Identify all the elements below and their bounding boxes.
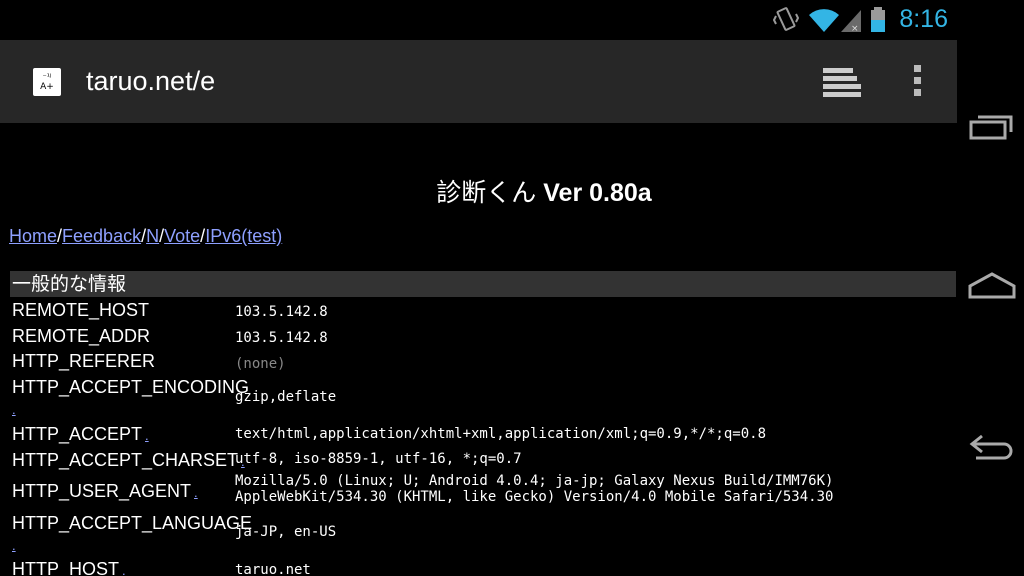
row-key: HTTP_USER_AGENT. xyxy=(12,481,198,501)
row-value: (none) xyxy=(235,356,286,372)
row-value: utf-8, iso-8859-1, utf-16, *;q=0.7 xyxy=(235,451,522,467)
section-header: 一般的な情報 xyxy=(10,271,956,297)
link-ipv6[interactable]: IPv6(test) xyxy=(205,226,282,246)
link-feedback[interactable]: Feedback xyxy=(62,226,141,246)
note-link[interactable]: . xyxy=(12,402,16,417)
row-key: HTTP_REFERER xyxy=(12,351,156,371)
overflow-menu-icon[interactable] xyxy=(913,65,923,101)
site-favicon: ⁻¹ᴶ A+ xyxy=(33,68,61,96)
link-vote[interactable]: Vote xyxy=(164,226,200,246)
link-home[interactable]: Home xyxy=(9,226,57,246)
row-key: REMOTE_HOST xyxy=(12,300,150,320)
row-value: text/html,application/xhtml+xml,applicat… xyxy=(235,426,767,442)
web-page[interactable]: 診断くん Ver 0.80a Home/Feedback/N/Vote/IPv6… xyxy=(0,123,957,576)
row-key: HTTP_HOST. xyxy=(12,559,126,576)
note-link[interactable]: . xyxy=(122,563,126,576)
row-key: HTTP_ACCEPT_CHARSET. xyxy=(12,450,245,470)
row-value: gzip,deflate xyxy=(235,389,337,405)
link-n[interactable]: N xyxy=(146,226,159,246)
row-value: 103.5.142.8 xyxy=(235,330,328,346)
row-key: HTTP_ACCEPT_ENCODING. xyxy=(12,377,250,417)
battery-icon xyxy=(871,7,885,32)
home-icon[interactable] xyxy=(968,270,1016,300)
note-link[interactable]: . xyxy=(145,428,149,443)
wifi-icon xyxy=(809,9,839,32)
url-field[interactable]: taruo.net/e xyxy=(86,66,215,97)
back-icon[interactable] xyxy=(968,432,1016,462)
row-value: ja-JP, en-US xyxy=(235,524,337,540)
svg-text:×: × xyxy=(851,24,859,34)
vibrate-icon xyxy=(773,7,799,31)
page-title: 診断くん Ver 0.80a xyxy=(436,178,652,207)
status-bar: × 8:16 xyxy=(0,0,1024,40)
row-value: Mozilla/5.0 (Linux; U; Android 4.0.4; ja… xyxy=(235,473,834,505)
tabs-icon[interactable] xyxy=(820,66,862,98)
recent-apps-icon[interactable] xyxy=(968,112,1016,142)
row-value: taruo.net xyxy=(235,562,311,576)
nav-links: Home/Feedback/N/Vote/IPv6(test) xyxy=(9,226,282,247)
signal-icon: × xyxy=(841,10,861,34)
row-key: HTTP_ACCEPT_LANGUAGE. xyxy=(12,513,253,553)
row-key: HTTP_ACCEPT. xyxy=(12,424,149,444)
row-key: REMOTE_ADDR xyxy=(12,326,151,346)
clock: 8:16 xyxy=(899,5,948,33)
row-value: 103.5.142.8 xyxy=(235,304,328,320)
note-link[interactable]: . xyxy=(194,485,198,500)
browser-toolbar: ⁻¹ᴶ A+ taruo.net/e xyxy=(0,40,957,123)
note-link[interactable]: . xyxy=(12,538,16,553)
system-nav-bar xyxy=(957,0,1024,576)
